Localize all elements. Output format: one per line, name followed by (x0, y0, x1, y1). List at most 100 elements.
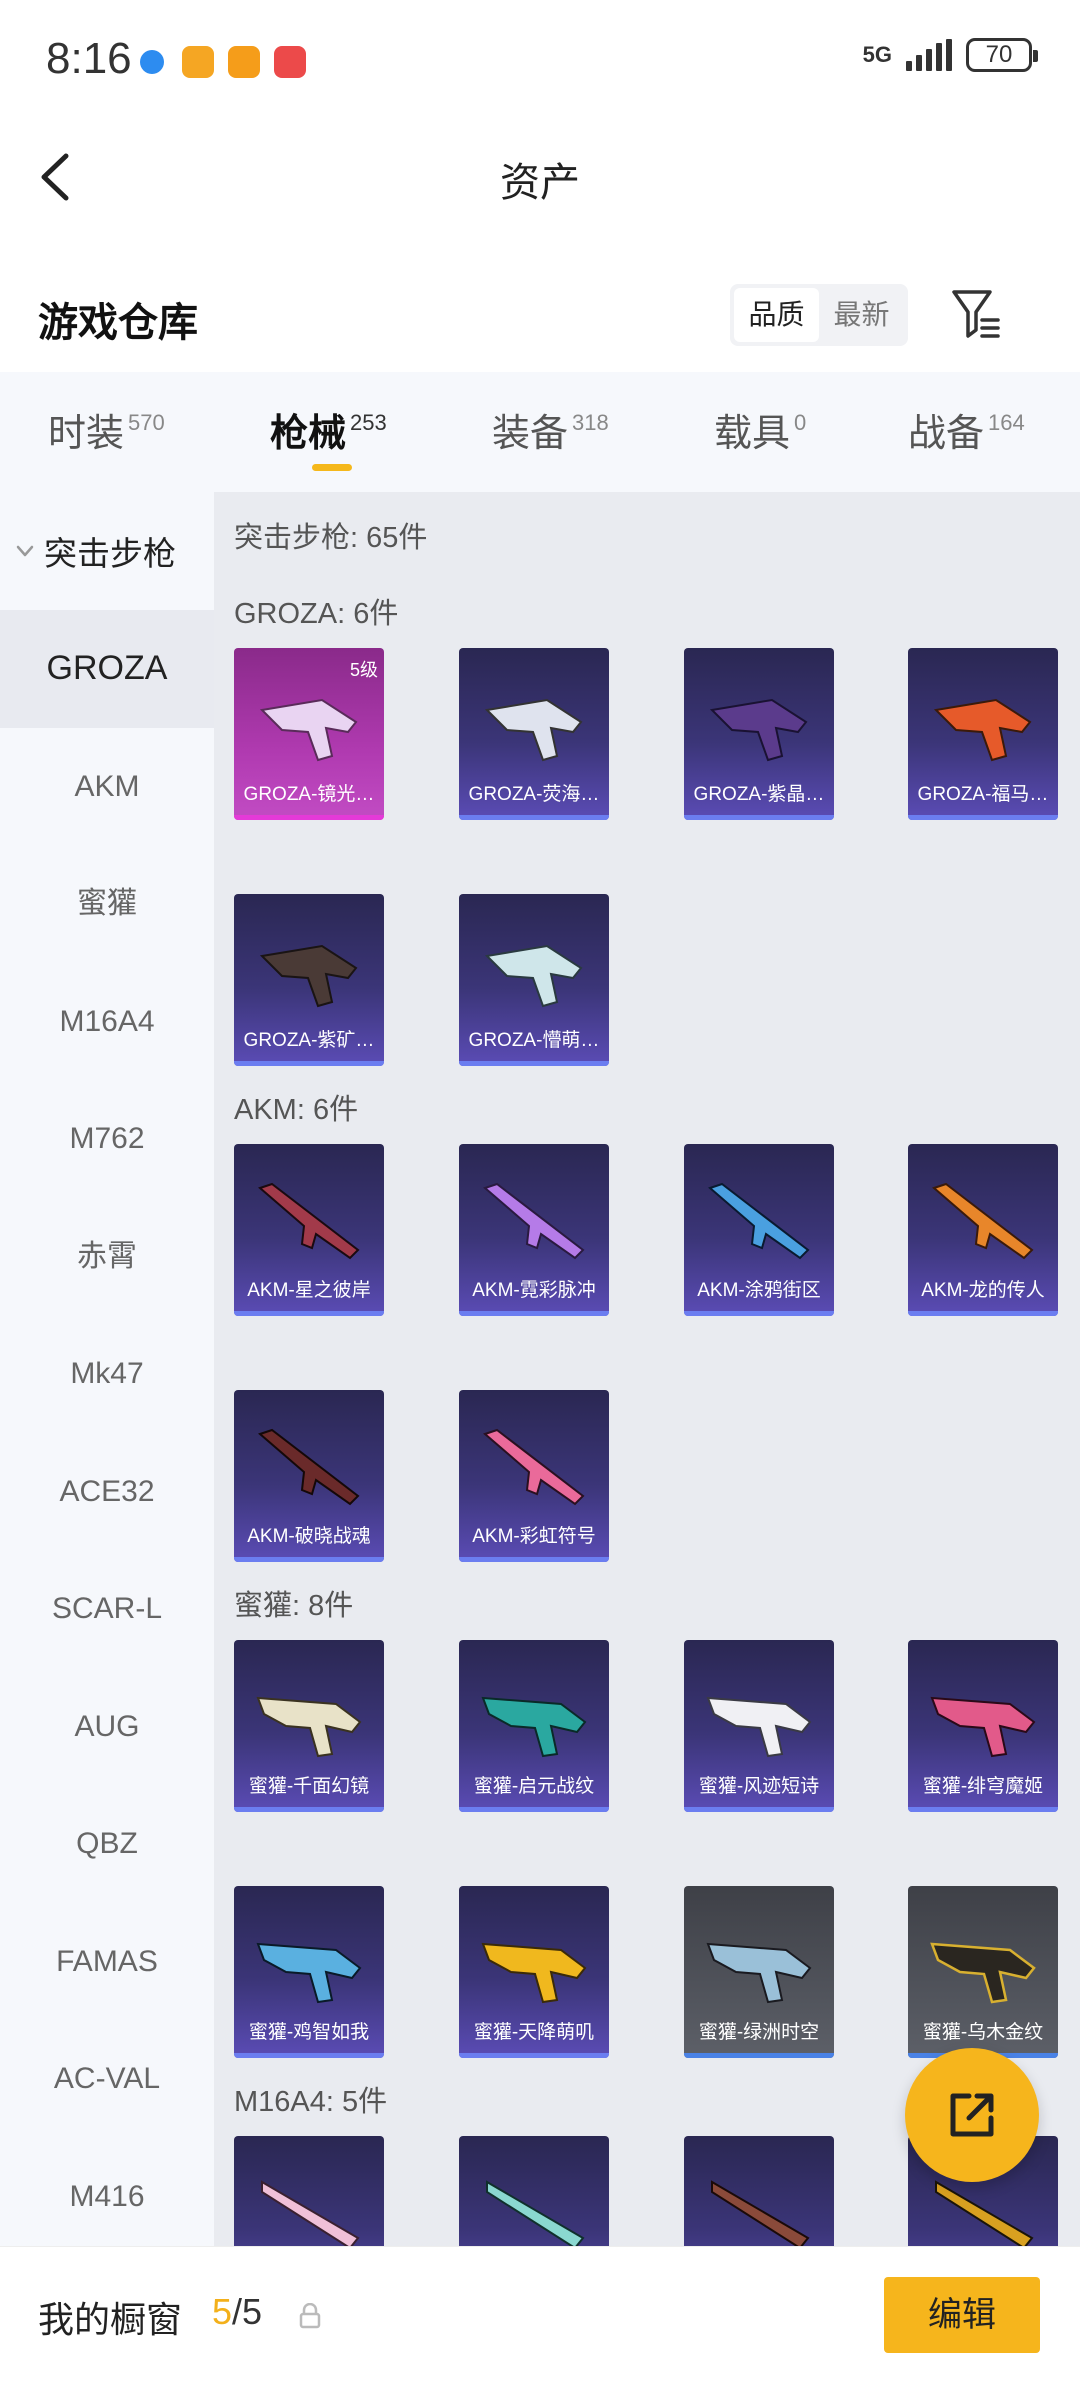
group-label-akm: AKM: 6件 (234, 1094, 359, 1126)
category-summary: 突击步枪: 65件 (234, 522, 428, 554)
sidebar-item-famas[interactable]: FAMAS (0, 1903, 214, 2021)
showcase-bar: 我的橱窗 5/5 编辑 (0, 2246, 1080, 2381)
skin-card[interactable]: 5级 GROZA-镜光… (234, 648, 384, 820)
rifle-icon (259, 944, 358, 1008)
sidebar-item-aug[interactable]: AUG (0, 1668, 214, 1786)
skin-card[interactable]: AKM-彩虹符号 (459, 1390, 609, 1562)
skin-card[interactable] (234, 2136, 384, 2246)
tab-vehicles[interactable]: 载具 0 (714, 402, 806, 457)
skin-name: GROZA-紫晶… (693, 784, 825, 805)
skin-card[interactable]: 蜜獾-绿洲时空 (684, 1886, 834, 2058)
sort-option-newest[interactable]: 最新 (819, 288, 904, 342)
app-notification-icon (228, 46, 260, 78)
sidebar-item-qbz[interactable]: QBZ (0, 1785, 214, 1903)
sidebar-item-m762[interactable]: M762 (0, 1080, 214, 1198)
skin-card[interactable]: 蜜獾-天降萌叽 (459, 1886, 609, 2058)
tab-label: 装备 (492, 413, 569, 455)
skin-card[interactable]: 蜜獾-千面幻镜 (234, 1640, 384, 1812)
rifle-icon (930, 1696, 1036, 1758)
sidebar-item-ac-val[interactable]: AC-VAL (0, 2020, 214, 2138)
sort-toggle: 品质 最新 (730, 284, 908, 346)
skin-card[interactable]: 蜜獾-启元战纹 (459, 1640, 609, 1812)
skin-name: AKM-霓彩脉冲 (472, 1280, 596, 1301)
rifle-icon (484, 698, 583, 762)
rifle-icon (930, 1942, 1036, 2004)
app-notification-icon (140, 50, 164, 74)
showcase-current: 5 (212, 2291, 233, 2332)
skin-card[interactable]: AKM-霓彩脉冲 (459, 1144, 609, 1316)
skin-name: 蜜獾-风迹短诗 (698, 1776, 820, 1797)
skin-card[interactable]: 蜜獾-乌木金纹 (908, 1886, 1058, 2058)
top-navigation: 资产 (0, 120, 1080, 230)
skin-card[interactable] (684, 2136, 834, 2246)
rifle-icon (256, 1942, 362, 2004)
tab-supplies[interactable]: 战备 164 (908, 402, 1025, 457)
sidebar-item-m416[interactable]: M416 (0, 2138, 214, 2247)
chevron-down-icon (16, 545, 34, 557)
skin-card[interactable]: 蜜獾-风迹短诗 (684, 1640, 834, 1812)
skin-card[interactable]: 蜜獾-绯穹魔姬 (908, 1640, 1058, 1812)
rifle-icon (711, 2180, 810, 2246)
sidebar-item-akm[interactable]: AKM (0, 728, 214, 846)
rifle-icon (706, 1942, 812, 2004)
showcase-count: 5/5 (212, 2291, 262, 2333)
sidebar-item-scar-l[interactable]: SCAR-L (0, 1550, 214, 1668)
battery-icon: 70 (966, 38, 1038, 72)
skin-card[interactable]: GROZA-懵萌… (459, 894, 609, 1066)
sidebar-item-chixiao[interactable]: 赤霄 (0, 1198, 214, 1316)
sort-option-quality[interactable]: 品质 (734, 288, 819, 342)
network-type: 5G (862, 42, 892, 67)
sidebar-item-honey-badger[interactable]: 蜜獾 (0, 845, 214, 963)
skin-card[interactable]: 蜜獾-鸡智如我 (234, 1886, 384, 2058)
skin-card[interactable]: GROZA-福马… (908, 648, 1058, 820)
skin-name: AKM-破晓战魂 (247, 1526, 371, 1547)
tab-count: 253 (350, 410, 387, 435)
skin-name: 蜜獾-启元战纹 (473, 1776, 595, 1797)
skin-card[interactable]: GROZA-紫晶… (684, 648, 834, 820)
skin-name: GROZA-福马… (917, 784, 1049, 805)
tab-equipment[interactable]: 装备 318 (492, 402, 609, 457)
skin-card[interactable]: AKM-星之彼岸 (234, 1144, 384, 1316)
rifle-icon (261, 2180, 360, 2246)
rifle-icon (708, 1182, 810, 1260)
sidebar-item-groza[interactable]: GROZA (0, 610, 214, 728)
group-label-honey-badger: 蜜獾: 8件 (234, 1590, 354, 1622)
tab-count: 570 (128, 410, 165, 435)
skin-card[interactable]: GROZA-荧海… (459, 648, 609, 820)
rifle-icon (256, 1696, 362, 1758)
share-fab[interactable] (905, 2048, 1039, 2182)
skin-card[interactable]: GROZA-紫矿… (234, 894, 384, 1066)
weapon-sidebar: 突击步枪 GROZA AKM 蜜獾 M16A4 M762 赤霄 Mk47 ACE… (0, 492, 214, 2246)
skin-card[interactable]: AKM-龙的传人 (908, 1144, 1058, 1316)
showcase-total: /5 (232, 2291, 263, 2332)
skin-name: GROZA-紫矿… (243, 1030, 375, 1051)
sidebar-item-mk47[interactable]: Mk47 (0, 1315, 214, 1433)
tab-label: 枪械 (270, 413, 347, 455)
skin-name: 蜜獾-鸡智如我 (248, 2022, 370, 2043)
rifle-icon (481, 1696, 587, 1758)
group-label-groza: GROZA: 6件 (234, 598, 399, 630)
skin-name: AKM-涂鸦街区 (697, 1280, 821, 1301)
rifle-icon (932, 1182, 1034, 1260)
tab-fashion[interactable]: 时装 570 (48, 402, 165, 457)
skin-name: GROZA-荧海… (468, 784, 600, 805)
warehouse-header: 游戏仓库 品质 最新 (0, 260, 1080, 370)
tab-firearms[interactable]: 枪械 253 (270, 402, 387, 457)
skin-card[interactable]: AKM-破晓战魂 (234, 1390, 384, 1562)
skin-card[interactable]: AKM-涂鸦街区 (684, 1144, 834, 1316)
category-tabs: 时装 570 枪械 253 装备 318 载具 0 战备 164 (0, 372, 1080, 492)
rifle-icon (709, 698, 808, 762)
skin-name: 蜜獾-千面幻镜 (248, 1776, 370, 1797)
skin-name: 蜜獾-绯穹魔姬 (922, 1776, 1044, 1797)
skin-card[interactable] (459, 2136, 609, 2246)
rifle-icon (933, 698, 1032, 762)
edit-button[interactable]: 编辑 (884, 2277, 1040, 2353)
sidebar-group-assault-rifle[interactable]: 突击步枪 (0, 492, 214, 610)
tab-label: 时装 (48, 413, 125, 455)
sidebar-item-m16a4[interactable]: M16A4 (0, 963, 214, 1081)
sidebar-item-ace32[interactable]: ACE32 (0, 1433, 214, 1551)
signal-icon (906, 39, 952, 71)
filter-icon[interactable] (950, 286, 1004, 342)
tab-label: 战备 (908, 413, 985, 455)
rifle-icon (706, 1696, 812, 1758)
